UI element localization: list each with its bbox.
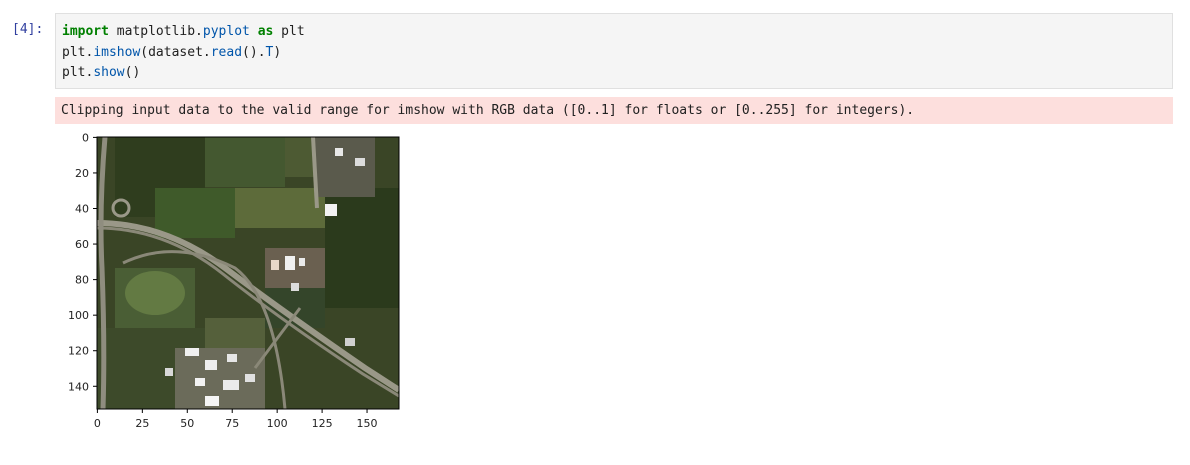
- code-cell-input[interactable]: import matplotlib.pyplot as plt plt.imsho…: [55, 13, 1173, 89]
- warning-output: Clipping input data to the valid range f…: [55, 97, 1173, 124]
- code-token: ().: [242, 44, 266, 60]
- code-token: (): [124, 65, 141, 80]
- code-line: import matplotlib.pyplot as plt: [62, 22, 1166, 43]
- code-token: show: [93, 65, 125, 80]
- code-token: plt: [273, 24, 305, 39]
- code-token: imshow: [93, 44, 141, 60]
- code-line: plt.show(): [62, 63, 1166, 84]
- x-tick-label: 100: [267, 417, 288, 430]
- y-tick-label: 140: [68, 380, 89, 393]
- code-line: plt.imshow(dataset.read().T): [62, 43, 1166, 64]
- x-tick-label: 50: [180, 417, 194, 430]
- cell-prompt: [4]:: [12, 22, 44, 37]
- x-tick-label: 25: [135, 417, 149, 430]
- x-tick-label: 0: [94, 417, 101, 430]
- code-token: pyplot: [202, 24, 250, 39]
- code-token: (dataset.: [140, 44, 211, 60]
- code-token: read: [210, 44, 243, 60]
- code-token: as: [257, 24, 274, 39]
- x-tick-label: 75: [225, 417, 239, 430]
- x-tick-label: 150: [357, 417, 378, 430]
- y-tick-label: 120: [68, 345, 89, 358]
- code-token: plt.: [62, 44, 94, 60]
- code-token: import: [62, 24, 109, 39]
- y-tick-label: 80: [75, 274, 89, 287]
- y-tick-label: 100: [68, 309, 89, 322]
- code-token: matplotlib.: [108, 24, 203, 39]
- x-tick-label: 125: [312, 417, 333, 430]
- y-tick-label: 0: [82, 131, 89, 144]
- imshow-plot: 0 20 40 60 80 100 120 140 0 25 50 75 100 125 150: [55, 128, 415, 438]
- y-tick-label: 20: [75, 167, 89, 180]
- code-token: plt.: [62, 65, 94, 80]
- code-token: ): [273, 44, 282, 60]
- y-tick-label: 60: [75, 238, 89, 251]
- y-tick-label: 40: [75, 203, 89, 216]
- satellite-image: [97, 137, 399, 409]
